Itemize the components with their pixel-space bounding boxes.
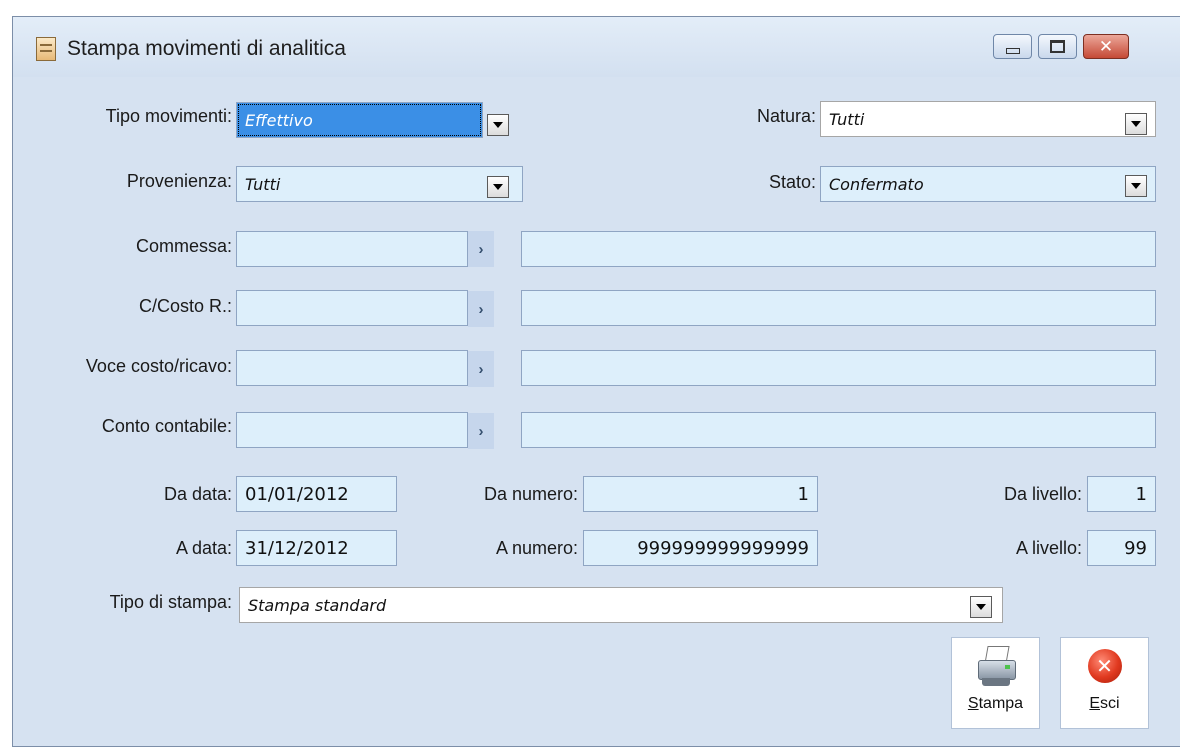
tipo-movimenti-label: Tipo movimenti:: [105, 106, 232, 126]
chevron-down-icon: [976, 604, 986, 610]
close-button[interactable]: ✕: [1083, 34, 1129, 59]
a-numero-label: A numero:: [495, 538, 578, 558]
stampa-button[interactable]: Stampa: [951, 637, 1040, 729]
conto-contabile-description-input[interactable]: [521, 412, 1156, 448]
centro-costo-label: C/Costo R.:: [138, 296, 232, 316]
chevron-down-icon: [493, 122, 503, 128]
title-bar[interactable]: Stampa movimenti di analitica ✕: [13, 17, 1180, 77]
esci-button-label: Esci: [1089, 695, 1120, 712]
conto-contabile-label: Conto contabile:: [101, 416, 232, 436]
esci-button[interactable]: ✕ Esci: [1060, 637, 1149, 729]
chevron-down-icon: [1131, 183, 1141, 189]
stato-select[interactable]: Confermato: [820, 166, 1156, 202]
chevron-right-icon: ›: [478, 300, 484, 318]
chevron-down-icon: [493, 184, 503, 190]
tipo-stampa-select[interactable]: Stampa standard: [239, 587, 1003, 623]
da-data-label: Da data:: [163, 484, 232, 504]
commessa-zoom-button[interactable]: ›: [468, 231, 494, 267]
stampa-button-label: Stampa: [967, 695, 1024, 712]
a-livello-label: A livello:: [1015, 538, 1082, 558]
minimize-icon: [1005, 47, 1020, 54]
minimize-button[interactable]: [993, 34, 1032, 59]
centro-costo-zoom-button[interactable]: ›: [468, 291, 494, 327]
commessa-code-input[interactable]: [236, 231, 468, 267]
natura-select[interactable]: Tutti: [820, 101, 1156, 137]
provenienza-select[interactable]: Tutti: [236, 166, 523, 202]
conto-contabile-code-input[interactable]: [236, 412, 468, 448]
da-numero-label: Da numero:: [483, 484, 578, 504]
a-livello-input[interactable]: 99: [1087, 530, 1156, 566]
chevron-right-icon: ›: [478, 422, 484, 440]
conto-contabile-zoom-button[interactable]: ›: [468, 413, 494, 449]
da-data-input[interactable]: 01/01/2012: [236, 476, 397, 512]
document-icon: [36, 37, 56, 61]
chevron-right-icon: ›: [478, 240, 484, 258]
close-circle-icon: ✕: [1087, 649, 1122, 683]
maximize-icon: [1050, 40, 1065, 53]
da-livello-label: Da livello:: [1003, 484, 1082, 504]
close-icon: ✕: [1098, 36, 1114, 57]
voce-costo-description-input[interactable]: [521, 350, 1156, 386]
commessa-description-input[interactable]: [521, 231, 1156, 267]
stato-label: Stato:: [768, 172, 816, 192]
provenienza-dropdown-button[interactable]: [487, 176, 509, 198]
chevron-right-icon: ›: [478, 360, 484, 378]
a-data-label: A data:: [175, 538, 232, 558]
da-livello-input[interactable]: 1: [1087, 476, 1156, 512]
a-data-input[interactable]: 31/12/2012: [236, 530, 397, 566]
tipo-stampa-dropdown-button[interactable]: [970, 596, 992, 618]
chevron-down-icon: [1131, 121, 1141, 127]
natura-label: Natura:: [756, 106, 816, 126]
stato-dropdown-button[interactable]: [1125, 175, 1147, 197]
provenienza-label: Provenienza:: [126, 171, 232, 191]
maximize-button[interactable]: [1038, 34, 1077, 59]
tipo-movimenti-dropdown-button[interactable]: [487, 114, 509, 136]
tipo-stampa-label: Tipo di stampa:: [109, 592, 232, 612]
printer-icon: [976, 646, 1016, 690]
tipo-movimenti-select[interactable]: Effettivo: [236, 102, 483, 138]
voce-costo-label: Voce costo/ricavo:: [85, 356, 232, 376]
da-numero-input[interactable]: 1: [583, 476, 818, 512]
a-numero-input[interactable]: 999999999999999: [583, 530, 818, 566]
voce-costo-code-input[interactable]: [236, 350, 468, 386]
window-title: Stampa movimenti di analitica: [67, 37, 346, 60]
commessa-label: Commessa:: [135, 236, 232, 256]
natura-dropdown-button[interactable]: [1125, 113, 1147, 135]
voce-costo-zoom-button[interactable]: ›: [468, 351, 494, 387]
centro-costo-description-input[interactable]: [521, 290, 1156, 326]
centro-costo-code-input[interactable]: [236, 290, 468, 326]
